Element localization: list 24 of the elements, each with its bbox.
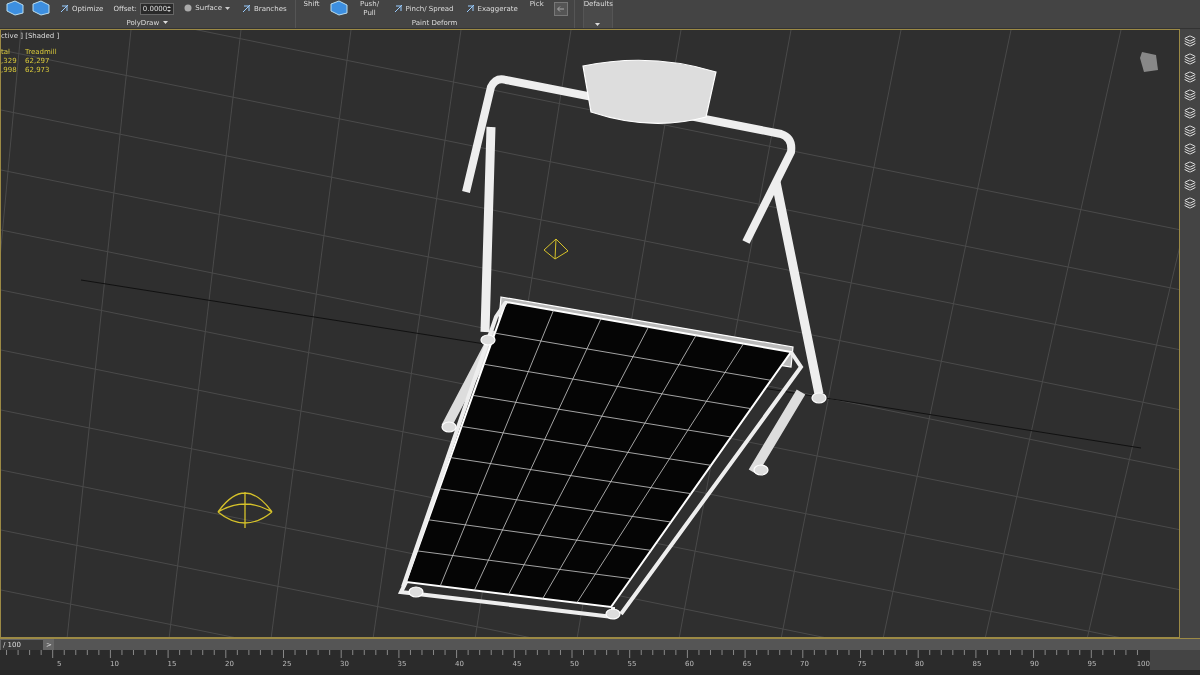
view-cube-icon[interactable] (1138, 50, 1160, 74)
layer-tool-button[interactable] (1182, 105, 1198, 120)
cube-icon[interactable] (329, 0, 348, 16)
layer-tool-button[interactable] (1182, 177, 1198, 192)
layer-tool-button[interactable] (1182, 141, 1198, 156)
layer-tool-button[interactable] (1182, 51, 1198, 66)
caret-icon[interactable] (595, 23, 601, 26)
tool-icon (241, 4, 251, 13)
tool-icon (60, 4, 69, 13)
layer-tool-button[interactable] (1182, 87, 1198, 102)
spinner-arrows-icon[interactable] (167, 5, 172, 13)
layer-tool-button[interactable] (1182, 123, 1198, 138)
layer-tool-button[interactable] (1182, 195, 1198, 210)
cube-icon[interactable] (32, 0, 50, 16)
caret-icon[interactable] (163, 21, 169, 24)
light-pyramid-icon (543, 238, 569, 260)
sphere-icon (184, 4, 193, 12)
tool-icon (465, 4, 475, 13)
cube-icon[interactable] (6, 0, 24, 16)
layer-tool-button[interactable] (1182, 33, 1198, 48)
tool-icon (393, 4, 403, 13)
caret-icon (224, 6, 230, 10)
layer-tool-button[interactable] (1182, 159, 1198, 174)
layer-tool-button[interactable] (1182, 69, 1198, 84)
